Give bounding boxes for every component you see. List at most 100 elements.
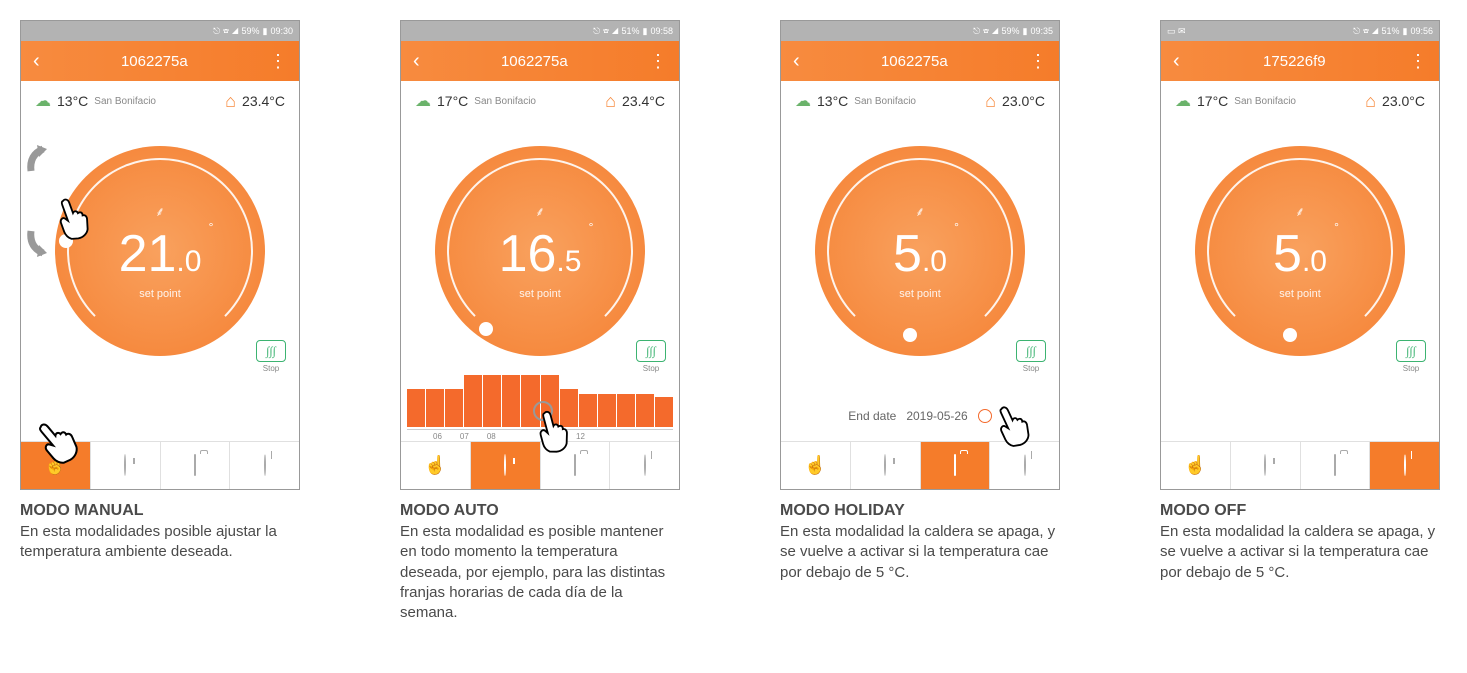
auto-tab[interactable] bbox=[851, 442, 921, 489]
battery-text: 51% bbox=[622, 26, 640, 36]
weather-bar: ☁ 13°C San Bonifacio ⌂ 23.4°C bbox=[21, 81, 299, 121]
temperature-dial[interactable]: ⸙ ° 21.0 set point bbox=[55, 146, 265, 356]
holiday-tab[interactable] bbox=[921, 442, 991, 489]
schedule-bar[interactable] bbox=[426, 389, 444, 428]
battery-icon: ▮ bbox=[263, 26, 268, 37]
schedule-bar[interactable] bbox=[445, 389, 463, 428]
manual-tab[interactable]: ☝ bbox=[1161, 442, 1231, 489]
weather-bar: ☁ 17°C San Bonifacio ⌂ 23.0°C bbox=[1161, 81, 1439, 121]
auto-tab[interactable] bbox=[1231, 442, 1301, 489]
cloud-icon: ☁ bbox=[795, 91, 811, 111]
status-bar: ⎋ ☎ ◢ 59% ▮ 09:35 bbox=[781, 21, 1059, 41]
caption-text: En esta modalidades posible ajustar la t… bbox=[20, 522, 300, 563]
setpoint-dec: .5 bbox=[556, 247, 581, 277]
auto-tab[interactable] bbox=[91, 442, 161, 489]
caption: MODO AUTO En esta modalidad es posible m… bbox=[400, 502, 680, 623]
temperature-dial[interactable]: ⸙ ° 16.5 set point bbox=[435, 146, 645, 356]
caption-title: MODO HOLIDAY bbox=[780, 502, 1060, 520]
status-right: ⎋ ☎ ◢ 51% ▮ 09:56 bbox=[1353, 26, 1433, 37]
dial-temp-display: ° 5.0 bbox=[1273, 228, 1327, 280]
phone-frame: ⎋ ☎ ◢ 51% ▮ 09:58 ‹ 1062275a ⋮ ☁ 17°C Sa… bbox=[400, 20, 680, 490]
schedule-bar[interactable] bbox=[407, 389, 425, 428]
home-icon: ⌂ bbox=[985, 91, 996, 112]
dial-handle[interactable] bbox=[1283, 328, 1297, 342]
back-button[interactable]: ‹ bbox=[1173, 50, 1180, 73]
stop-button[interactable]: ∫∫∫ Stop bbox=[253, 340, 289, 373]
setpoint-dec: .0 bbox=[1302, 247, 1327, 277]
manual-tab[interactable]: ☝ bbox=[781, 442, 851, 489]
setpoint-int: 21 bbox=[119, 228, 177, 280]
temperature-dial[interactable]: ⸙ ° 5.0 set point bbox=[1195, 146, 1405, 356]
caption-title: MODO AUTO bbox=[400, 502, 680, 520]
clock-text: 09:56 bbox=[1410, 26, 1433, 36]
status-bar: ⎋ ☎ ◢ 59% ▮ 09:30 bbox=[21, 21, 299, 41]
stop-label: Stop bbox=[253, 364, 289, 373]
caption: MODO HOLIDAY En esta modalidad la calder… bbox=[780, 502, 1060, 583]
clock-text: 09:35 bbox=[1030, 26, 1053, 36]
location-text: San Bonifacio bbox=[1234, 96, 1296, 107]
schedule-bar[interactable] bbox=[464, 375, 482, 427]
status-bar: ▭ ✉ ⎋ ☎ ◢ 51% ▮ 09:56 bbox=[1161, 21, 1439, 41]
app-header: ‹ 1062275a ⋮ bbox=[781, 41, 1059, 81]
dial-handle[interactable] bbox=[479, 322, 493, 336]
status-bar: ⎋ ☎ ◢ 51% ▮ 09:58 bbox=[401, 21, 679, 41]
battery-icon: ▮ bbox=[643, 26, 648, 37]
battery-icon: ▮ bbox=[1403, 26, 1408, 37]
clock-icon bbox=[884, 455, 886, 476]
menu-button[interactable]: ⋮ bbox=[269, 57, 287, 65]
header-title: 175226f9 bbox=[1263, 53, 1326, 70]
stop-label: Stop bbox=[1013, 364, 1049, 373]
battery-text: 59% bbox=[1002, 26, 1020, 36]
stop-button[interactable]: ∫∫∫ Stop bbox=[1393, 340, 1429, 373]
indoor-temp: 23.4°C bbox=[242, 93, 285, 109]
power-icon bbox=[644, 455, 646, 476]
menu-button[interactable]: ⋮ bbox=[1409, 57, 1427, 65]
schedule-x-tick: 08 bbox=[487, 432, 496, 441]
schedule-bar[interactable] bbox=[655, 397, 673, 427]
off-tab[interactable] bbox=[610, 442, 679, 489]
setpoint-label: set point bbox=[139, 288, 181, 300]
stop-button[interactable]: ∫∫∫ Stop bbox=[1013, 340, 1049, 373]
setpoint-dec: .0 bbox=[176, 247, 201, 277]
off-tab[interactable] bbox=[230, 442, 299, 489]
schedule-bar[interactable] bbox=[502, 375, 520, 427]
app-header: ‹ 1062275a ⋮ bbox=[401, 41, 679, 81]
temperature-dial[interactable]: ⸙ ° 5.0 set point bbox=[815, 146, 1025, 356]
outdoor-temp: 13°C bbox=[57, 93, 88, 109]
schedule-bar[interactable] bbox=[483, 375, 501, 427]
degree-icon: ° bbox=[954, 220, 959, 234]
clock-text: 09:58 bbox=[650, 26, 673, 36]
indoor-temp: 23.0°C bbox=[1382, 93, 1425, 109]
thermometer-icon: ⸙ bbox=[915, 202, 925, 220]
home-icon: ⌂ bbox=[225, 91, 236, 112]
hand-icon: ☝ bbox=[424, 455, 446, 476]
thermometer-icon: ⸙ bbox=[535, 202, 545, 220]
holiday-tab[interactable] bbox=[1301, 442, 1371, 489]
status-left: ▭ ✉ bbox=[1167, 26, 1186, 37]
manual-tab[interactable]: ☝ bbox=[401, 442, 471, 489]
caption-text: En esta modalidad la caldera se apaga, y… bbox=[780, 522, 1060, 583]
dial-temp-display: ° 21.0 bbox=[119, 228, 202, 280]
schedule-bar[interactable] bbox=[598, 394, 616, 427]
dial-area: ⸙ ° 5.0 set point ∫∫∫ Stop bbox=[781, 121, 1059, 381]
dial-handle[interactable] bbox=[903, 328, 917, 342]
menu-button[interactable]: ⋮ bbox=[1029, 57, 1047, 65]
back-button[interactable]: ‹ bbox=[33, 50, 40, 73]
schedule-bar[interactable] bbox=[617, 394, 635, 427]
dial-area: ⸙ ° 5.0 set point ∫∫∫ Stop bbox=[1161, 121, 1439, 381]
schedule-bar[interactable] bbox=[579, 394, 597, 427]
caption: MODO OFF En esta modalidad la caldera se… bbox=[1160, 502, 1440, 583]
end-date-value: 2019-05-26 bbox=[906, 409, 967, 423]
back-button[interactable]: ‹ bbox=[413, 50, 420, 73]
schedule-bar[interactable] bbox=[636, 394, 654, 427]
back-button[interactable]: ‹ bbox=[793, 50, 800, 73]
weather-bar: ☁ 17°C San Bonifacio ⌂ 23.4°C bbox=[401, 81, 679, 121]
pointer-hand-icon bbox=[31, 411, 86, 471]
stop-label: Stop bbox=[1393, 364, 1429, 373]
status-right: ⎋ ☎ ◢ 59% ▮ 09:35 bbox=[973, 26, 1053, 37]
menu-button[interactable]: ⋮ bbox=[649, 57, 667, 65]
dial-temp-display: ° 5.0 bbox=[893, 228, 947, 280]
holiday-tab[interactable] bbox=[161, 442, 231, 489]
heat-waves-icon: ∫∫∫ bbox=[256, 340, 286, 362]
briefcase-icon bbox=[194, 455, 196, 476]
